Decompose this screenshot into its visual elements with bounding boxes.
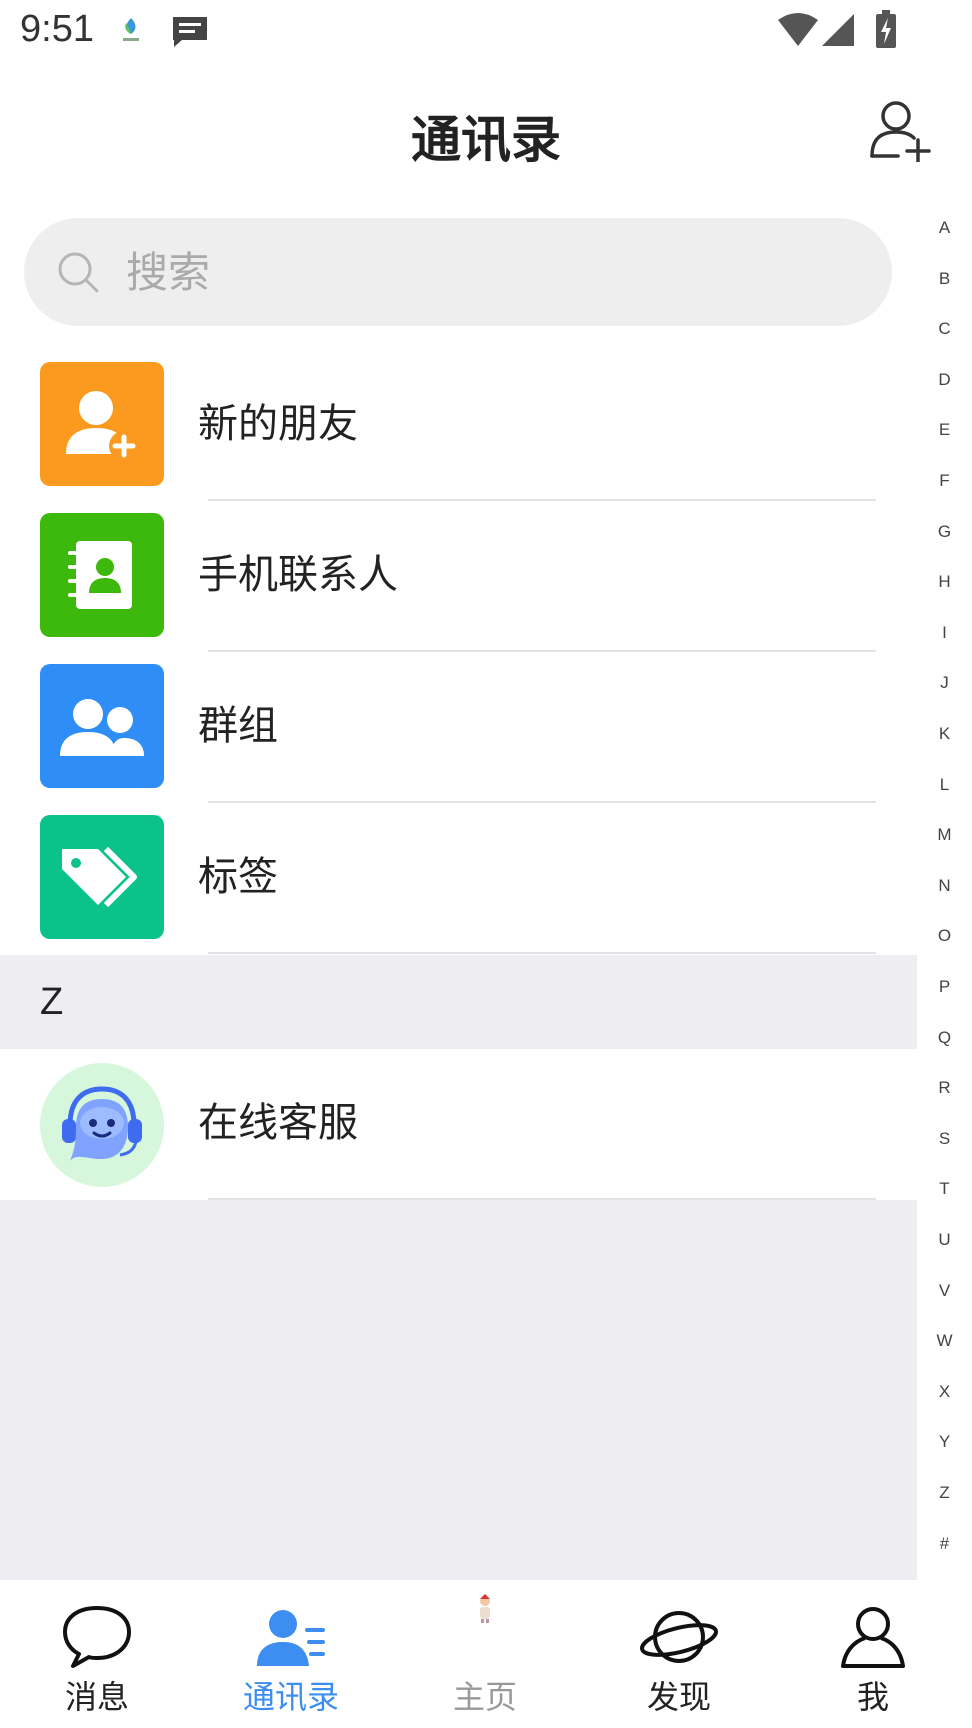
section-header: Z — [0, 955, 917, 1049]
index-letter[interactable]: J — [917, 673, 972, 693]
nav-label: 发现 — [646, 1678, 711, 1716]
index-letter[interactable]: D — [917, 370, 972, 390]
menu-item-new-friends[interactable]: 新的朋友 — [0, 356, 917, 507]
profile-icon — [841, 1607, 905, 1668]
divider — [208, 952, 876, 954]
index-letter[interactable]: B — [917, 269, 972, 289]
menu-item-label: 手机联系人 — [198, 552, 398, 598]
nav-label: 通讯录 — [242, 1678, 339, 1716]
index-letter[interactable]: K — [917, 724, 972, 744]
empty-list-area — [0, 1200, 917, 1580]
planet-icon — [640, 1611, 718, 1663]
nav-label: 主页 — [452, 1678, 517, 1716]
nav-tab-contacts[interactable]: 通讯录 — [194, 1580, 388, 1728]
index-letter[interactable]: M — [917, 825, 972, 845]
index-letter[interactable]: P — [917, 977, 972, 997]
battery-charging-icon — [876, 10, 896, 48]
index-letter[interactable]: Q — [917, 1028, 972, 1048]
app-logo-icon — [123, 18, 139, 41]
address-book-icon — [40, 513, 164, 637]
title-bar: 通讯录 — [0, 70, 972, 200]
index-letter[interactable]: V — [917, 1281, 972, 1301]
status-time: 9:51 — [20, 8, 94, 50]
message-notification-icon — [173, 17, 207, 47]
nav-tab-messages[interactable]: 消息 — [0, 1580, 194, 1728]
menu-item-label: 群组 — [198, 703, 278, 749]
index-letter[interactable]: X — [917, 1382, 972, 1402]
chat-bubble-icon — [63, 1606, 131, 1668]
index-letter[interactable]: # — [917, 1534, 972, 1554]
tag-icon — [40, 815, 164, 939]
contact-row[interactable]: 在线客服 — [0, 1049, 917, 1200]
index-letter[interactable]: H — [917, 572, 972, 592]
index-letter[interactable]: W — [917, 1331, 972, 1351]
index-letter[interactable]: E — [917, 420, 972, 440]
menu-item-tags[interactable]: 标签 — [0, 809, 917, 960]
contacts-menu-list: 新的朋友 手机联系人 群组 标签 — [0, 356, 917, 960]
search-bar[interactable] — [24, 218, 892, 326]
index-letter[interactable]: S — [917, 1129, 972, 1149]
index-letter[interactable]: R — [917, 1078, 972, 1098]
index-letter[interactable]: L — [917, 775, 972, 795]
menu-item-label: 标签 — [198, 854, 278, 900]
menu-item-phone-contacts[interactable]: 手机联系人 — [0, 507, 917, 658]
divider — [208, 499, 876, 501]
contact-name: 在线客服 — [198, 1100, 358, 1146]
contacts-icon — [257, 1610, 325, 1666]
index-letter[interactable]: F — [917, 471, 972, 491]
nav-tab-me[interactable]: 我 — [776, 1580, 970, 1728]
nav-tab-home[interactable]: 主页 — [388, 1580, 582, 1728]
index-letter[interactable]: C — [917, 319, 972, 339]
index-letter[interactable]: N — [917, 876, 972, 896]
divider — [208, 801, 876, 803]
menu-item-label: 新的朋友 — [198, 401, 358, 447]
search-input[interactable] — [126, 218, 826, 326]
signal-icon — [822, 14, 854, 46]
add-person-icon — [40, 362, 164, 486]
section-letter: Z — [40, 981, 64, 1023]
bottom-navigation: 消息 通讯录 主页 发现 我 — [0, 1580, 972, 1728]
index-letter[interactable]: U — [917, 1230, 972, 1250]
customer-service-robot-avatar — [40, 1063, 164, 1187]
index-letter[interactable]: G — [917, 522, 972, 542]
search-icon — [58, 252, 99, 293]
nav-label: 消息 — [64, 1678, 129, 1716]
index-letter[interactable]: I — [917, 623, 972, 643]
wifi-icon — [778, 13, 818, 46]
index-letter[interactable]: Y — [917, 1432, 972, 1452]
index-letter[interactable]: Z — [917, 1483, 972, 1503]
group-icon — [40, 664, 164, 788]
menu-item-groups[interactable]: 群组 — [0, 658, 917, 809]
add-friend-icon[interactable] — [868, 96, 934, 162]
index-letter[interactable]: A — [917, 218, 972, 238]
divider — [208, 650, 876, 652]
alphabet-index-bar[interactable]: A B C D E F G H I J K L M N O P Q R S T U V W X Y Z # — [917, 218, 972, 1580]
status-bar: 9:51 — [0, 0, 972, 64]
home-icon — [480, 1594, 490, 1623]
nav-tab-discover[interactable]: 发现 — [582, 1580, 776, 1728]
page-title: 通讯录 — [411, 111, 561, 169]
nav-label: 我 — [856, 1678, 889, 1716]
index-letter[interactable]: T — [917, 1179, 972, 1199]
index-letter[interactable]: O — [917, 926, 972, 946]
